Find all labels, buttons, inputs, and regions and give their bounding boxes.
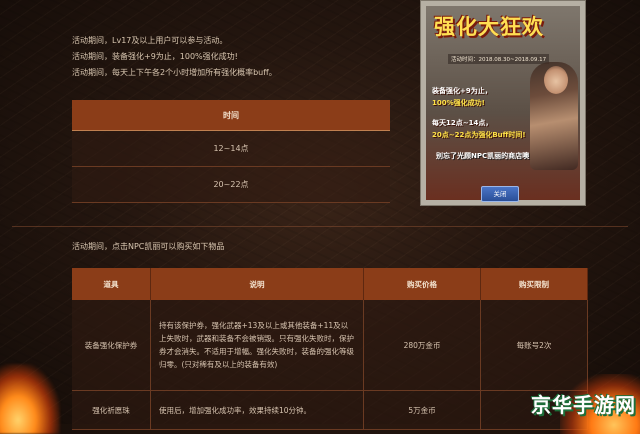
table-row: 装备强化保护券 持有该保护券，强化武器+13及以上或其他装备+11及以上失败时，…	[72, 300, 588, 391]
banner-artwork: 强化大狂欢 活动时间：2018.08.30~2018.09.17 装备强化+9为…	[426, 6, 580, 200]
section-divider	[12, 226, 628, 227]
col-price: 购买价格	[363, 268, 481, 300]
activity-line: 活动期间，每天上下午各2个小时增加所有强化概率buff。	[72, 68, 277, 77]
activity-line: 活动期间，装备强化+9为止，100%强化成功!	[72, 52, 238, 61]
time-header: 时间	[72, 100, 390, 131]
col-limit: 购买限制	[480, 268, 588, 300]
time-cell: 20~22点	[72, 166, 390, 203]
shop-table: 道具 说明 购买价格 购买限制 装备强化保护券 持有该保护券，强化武器+13及以…	[72, 268, 588, 430]
col-item: 道具	[72, 268, 151, 300]
table-row: 20~22点	[72, 166, 390, 203]
item-price: 280万金币	[363, 300, 481, 391]
activity-line: 活动期间，Lv17及以上用户可以参与活动。	[72, 36, 228, 45]
banner-feature: 装备强化+9为止，	[432, 87, 492, 95]
character-head	[544, 66, 568, 94]
time-cell: 12~14点	[72, 130, 390, 167]
banner-title: 强化大狂欢	[434, 15, 544, 39]
shop-note: 活动期间，点击NPC凯丽可以购买如下物品	[72, 242, 225, 251]
item-desc: 持有该保护券，强化武器+13及以上或其他装备+11及以上失败时，武器和装备不会被…	[150, 300, 364, 391]
banner-date: 活动时间：2018.08.30~2018.09.17	[448, 54, 550, 64]
activity-info: 活动期间，Lv17及以上用户可以参与活动。 活动期间，装备强化+9为止，100%…	[72, 33, 277, 81]
banner-feature: 100%强化成功!	[432, 99, 485, 107]
banner-footer: 别忘了光顾NPC凯丽的商店噢	[436, 152, 530, 160]
watermark-logo: 京华手游网	[531, 393, 636, 417]
banner-feature: 20点~22点为强化Buff时间!	[432, 131, 526, 139]
col-desc: 说明	[150, 268, 364, 300]
table-row: 12~14点	[72, 130, 390, 167]
event-banner-popup: 强化大狂欢 活动时间：2018.08.30~2018.09.17 装备强化+9为…	[420, 0, 586, 206]
banner-feature: 每天12点~14点，	[432, 119, 493, 127]
buff-time-table: 时间 12~14点 20~22点	[72, 100, 390, 203]
close-button[interactable]: 关闭	[481, 186, 519, 202]
item-name: 装备强化保护券	[72, 300, 151, 391]
